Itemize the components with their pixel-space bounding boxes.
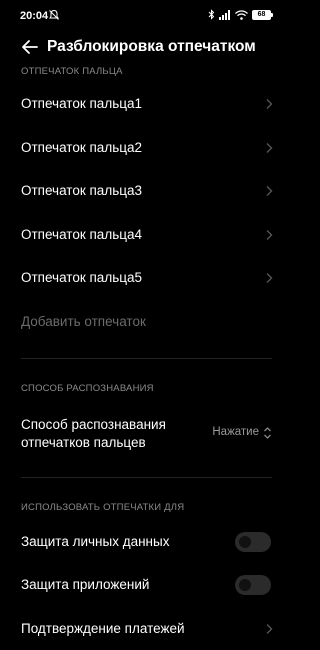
wifi-icon: [235, 9, 248, 20]
signal-icon: [219, 9, 230, 20]
divider: [21, 477, 272, 478]
section-label-fingerprints: ОТПЕЧАТОК ПАЛЬЦА: [21, 66, 123, 77]
fingerprint-item-label: Отпечаток пальца2: [21, 140, 142, 155]
fingerprint-item-5[interactable]: Отпечаток пальца5: [0, 258, 293, 298]
fingerprint-item-1[interactable]: Отпечаток пальца1: [0, 84, 293, 124]
chevron-up-down-icon: [264, 427, 271, 439]
status-icons: 68: [208, 9, 273, 20]
payment-confirmation-label: Подтверждение платежей: [21, 621, 185, 636]
app-protection-toggle[interactable]: [235, 575, 271, 595]
add-fingerprint-label: Добавить отпечаток: [21, 314, 146, 329]
fingerprint-item-label: Отпечаток пальца1: [21, 96, 142, 111]
chevron-right-icon: [266, 273, 273, 283]
recognition-method-selector[interactable]: Способ распознавания отпечатков пальцев …: [0, 408, 293, 458]
fingerprint-item-label: Отпечаток пальца5: [21, 270, 142, 285]
privacy-protection-label: Защита личных данных: [21, 534, 170, 549]
fingerprint-item-4[interactable]: Отпечаток пальца4: [0, 215, 293, 255]
arrow-left-icon[interactable]: [20, 37, 40, 57]
status-bar: 20:04 68: [0, 0, 293, 34]
app-protection-label: Защита приложений: [21, 577, 150, 592]
privacy-protection-row[interactable]: Защита личных данных: [0, 522, 293, 562]
add-fingerprint-button[interactable]: Добавить отпечаток: [0, 302, 293, 342]
app-protection-row[interactable]: Защита приложений: [0, 565, 293, 605]
fingerprint-item-label: Отпечаток пальца4: [21, 227, 142, 242]
chevron-right-icon: [266, 186, 273, 196]
divider: [21, 358, 272, 359]
chevron-right-icon: [266, 230, 273, 240]
page-title: Разблокировка отпечатком: [47, 38, 256, 55]
toggle-knob: [239, 579, 251, 591]
chevron-right-icon: [266, 624, 273, 634]
section-label-usage: ИСПОЛЬЗОВАТЬ ОТПЕЧАТКИ ДЛЯ: [21, 502, 185, 513]
battery-icon: 68: [252, 9, 273, 20]
fingerprint-item-label: Отпечаток пальца3: [21, 183, 142, 198]
privacy-protection-toggle[interactable]: [235, 532, 271, 552]
recognition-method-value: Нажатие: [212, 426, 259, 438]
mute-icon: [49, 9, 59, 20]
recognition-method-label: Способ распознавания отпечатков пальцев: [21, 417, 166, 450]
fingerprint-item-3[interactable]: Отпечаток пальца3: [0, 171, 293, 211]
section-label-recognition: СПОСОБ РАСПОЗНАВАНИЯ: [21, 383, 154, 394]
fingerprint-item-2[interactable]: Отпечаток пальца2: [0, 128, 293, 168]
top-bar: Разблокировка отпечатком: [0, 30, 293, 64]
toggle-knob: [239, 536, 251, 548]
payment-confirmation-row[interactable]: Подтверждение платежей: [0, 609, 293, 649]
chevron-right-icon: [266, 99, 273, 109]
status-time: 20:04: [20, 10, 49, 22]
chevron-right-icon: [266, 143, 273, 153]
bluetooth-icon: [208, 9, 215, 20]
